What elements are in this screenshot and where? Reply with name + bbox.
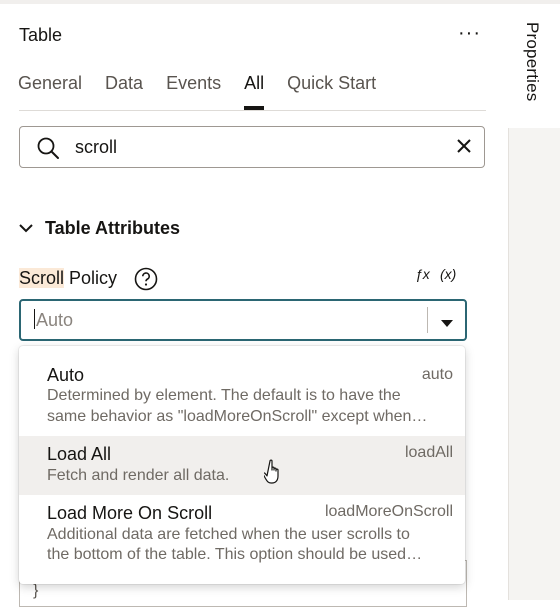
search-match-highlight: Scroll	[19, 268, 65, 288]
underlying-brace: }	[33, 582, 39, 599]
search-input[interactable]: scroll	[75, 137, 117, 158]
option-desc-line1: Determined by element. The default is to…	[47, 387, 401, 404]
tabs-divider	[19, 110, 486, 111]
tab-events[interactable]: Events	[166, 73, 221, 94]
section-label: Table Attributes	[45, 218, 181, 238]
tab-general[interactable]: General	[18, 73, 82, 94]
dropdown-list: Auto auto Determined by element. The def…	[19, 346, 465, 584]
option-load-all[interactable]: Load All loadAll Fetch and render all da…	[19, 436, 465, 495]
search-icon	[36, 136, 60, 165]
help-icon[interactable]	[134, 267, 158, 296]
select-placeholder: Auto	[36, 310, 74, 330]
expression-button[interactable]: (x)	[440, 266, 456, 282]
tab-quick-start[interactable]: Quick Start	[287, 73, 376, 94]
dropdown-arrow-icon[interactable]	[441, 315, 453, 333]
field-label-scroll-policy: Scroll Policy	[19, 268, 117, 289]
option-desc-line1: Additional data are fetched when the use…	[47, 526, 410, 543]
section-table-attributes[interactable]: Table Attributes	[19, 218, 180, 239]
scroll-policy-select[interactable]: Auto	[19, 299, 467, 341]
tab-bar: General Data Events All Quick Start	[18, 73, 399, 110]
option-desc-line2: same behavior as "loadMoreOnScroll" exce…	[47, 408, 428, 425]
field-label-rest: Policy	[64, 268, 118, 288]
option-value: loadAll	[404, 444, 453, 461]
tab-all[interactable]: All	[244, 73, 265, 110]
option-title: Load All	[47, 444, 112, 464]
hand-cursor-icon	[262, 459, 284, 490]
fx-button[interactable]: ƒx	[415, 266, 430, 282]
option-title: Auto	[47, 365, 85, 385]
tab-data[interactable]: Data	[105, 73, 143, 94]
properties-side-tab-label: Properties	[523, 22, 542, 102]
option-title: Load More On Scroll	[47, 503, 213, 523]
option-desc-line1: Fetch and render all data.	[47, 467, 230, 484]
text-caret	[34, 309, 35, 329]
clear-icon[interactable]	[456, 138, 472, 159]
option-value: loadMoreOnScroll	[324, 503, 453, 520]
option-auto[interactable]: Auto auto Determined by element. The def…	[19, 346, 465, 436]
properties-side-tab[interactable]: Properties	[508, 4, 560, 128]
select-divider	[427, 307, 428, 333]
panel-title: Table	[19, 25, 63, 45]
search-field[interactable]: scroll	[19, 126, 485, 168]
option-value: auto	[421, 366, 453, 383]
option-desc-line2: the bottom of the table. This option sho…	[47, 546, 423, 563]
option-load-more-on-scroll[interactable]: Load More On Scroll loadMoreOnScroll Add…	[19, 495, 465, 584]
more-options-button[interactable]: ···	[458, 22, 481, 45]
chevron-down-icon	[19, 220, 33, 238]
